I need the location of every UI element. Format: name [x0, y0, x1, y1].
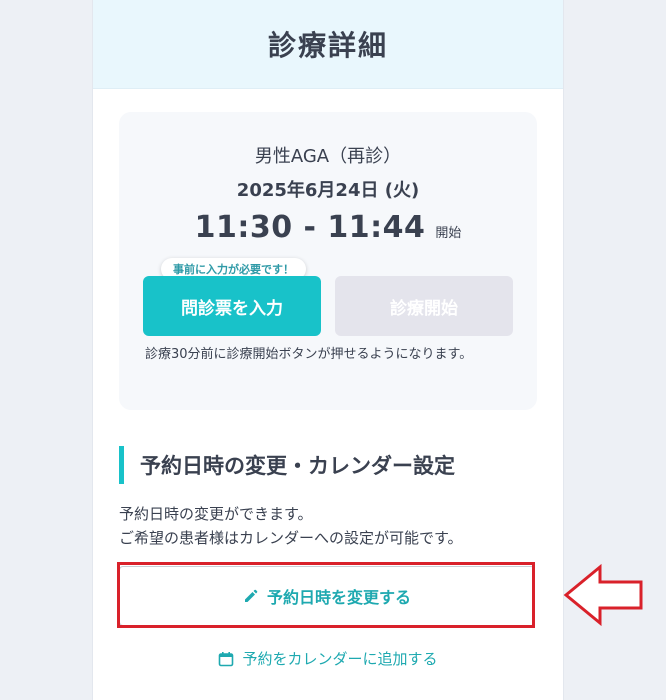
arrow-left-icon	[563, 563, 643, 627]
time-suffix: 開始	[435, 226, 462, 241]
detail-panel: 診療詳細 男性AGA（再診） 2025年6月24日 (火) 11:30 - 11…	[92, 0, 564, 700]
page-header: 診療詳細	[93, 0, 563, 89]
add-to-calendar-label: 予約をカレンダーに追加する	[242, 650, 438, 668]
change-section-heading: 予約日時の変更・カレンダー設定	[119, 446, 455, 484]
appointment-time: 11:30 - 11:44	[194, 210, 426, 245]
change-appointment-label: 予約日時を変更する	[266, 588, 411, 607]
course-name: 男性AGA（再診）	[254, 146, 402, 167]
questionnaire-button[interactable]: 問診票を入力	[143, 276, 321, 336]
appointment-date: 2025年6月24日 (火)	[236, 180, 420, 201]
calendar-icon	[219, 651, 234, 666]
appointment-time-row: 11:30 - 11:44 開始	[119, 210, 537, 245]
change-section-description: 予約日時の変更ができます。 ご希望の患者様はカレンダーへの設定が可能です。	[119, 502, 539, 550]
pencil-icon	[244, 589, 258, 602]
page-title: 診療詳細	[267, 29, 388, 62]
description-line-2: ご希望の患者様はカレンダーへの設定が可能です。	[119, 529, 463, 547]
change-appointment-button[interactable]: 予約日時を変更する	[119, 566, 535, 626]
description-line-1: 予約日時の変更ができます。	[119, 505, 313, 523]
add-to-calendar-link[interactable]: 予約をカレンダーに追加する	[93, 648, 563, 669]
appointment-card: 男性AGA（再診） 2025年6月24日 (火) 11:30 - 11:44 開…	[119, 112, 537, 410]
start-note: 診療30分前に診療開始ボタンが押せるようになります。	[145, 347, 473, 362]
start-consultation-button: 診療開始	[335, 276, 513, 336]
